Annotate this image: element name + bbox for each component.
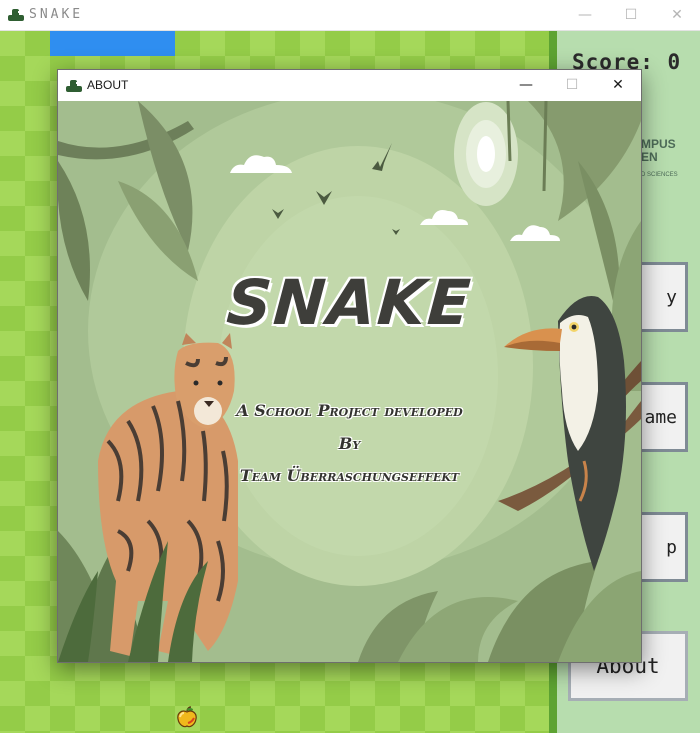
poster-line-1: A School Project developed [236, 401, 463, 420]
poster-headline: SNAKE [224, 266, 475, 339]
jungle-illustration [58, 101, 641, 662]
poster-line-3: Team Überraschungseffekt [239, 466, 460, 485]
about-close-button[interactable]: ✕ [595, 70, 641, 100]
poster-line-2: By [338, 434, 361, 453]
about-titlebar: ABOUT — ☐ ✕ [58, 70, 641, 101]
campus-logo-subtitle: D SCIENCES [641, 172, 678, 178]
main-titlebar: SNAKE — ☐ ✕ [0, 0, 700, 31]
minimize-button[interactable]: — [562, 0, 608, 30]
close-button[interactable]: ✕ [654, 0, 700, 30]
about-maximize-button[interactable]: ☐ [549, 70, 595, 100]
snake-logo-icon [8, 9, 24, 21]
about-poster: SNAKE A School Project developed By Team… [58, 101, 641, 662]
apple-icon [177, 706, 197, 728]
about-window-title: ABOUT [87, 78, 129, 92]
campus-logo-line-2: EN [641, 150, 658, 164]
campus-logo-text: MPUS EN [641, 138, 676, 164]
snake-segment [50, 31, 175, 56]
snake-logo-icon [66, 80, 82, 92]
about-minimize-button[interactable]: — [503, 70, 549, 100]
maximize-button[interactable]: ☐ [608, 0, 654, 30]
about-window: ABOUT — ☐ ✕ SNAKE A School Project devel… [57, 69, 642, 663]
main-window-title: SNAKE [29, 7, 84, 22]
